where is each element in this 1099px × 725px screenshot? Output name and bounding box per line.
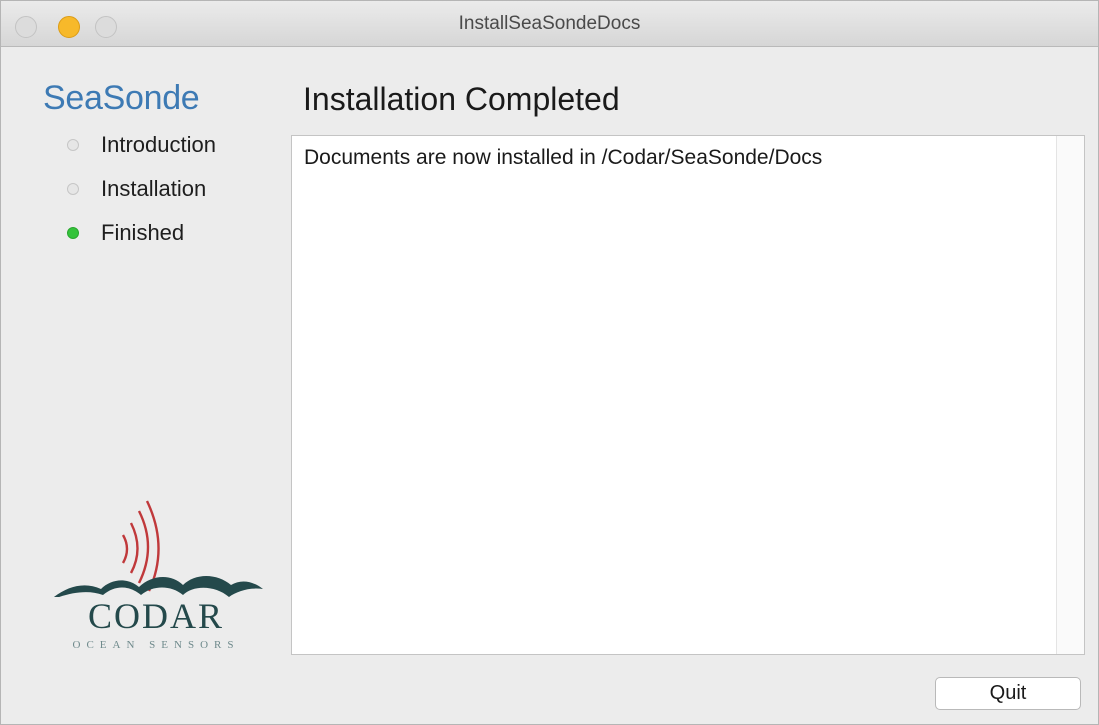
page-title: Installation Completed	[303, 81, 620, 117]
logo-wordmark: CODAR	[87, 596, 225, 636]
step-label: Finished	[101, 220, 185, 245]
step-label: Introduction	[101, 132, 216, 157]
step-indicator-icon	[67, 183, 79, 195]
window-title: InstallSeaSondeDocs	[458, 13, 641, 34]
installer-window: InstallSeaSondeDocs SeaSonde Introductio…	[0, 0, 1099, 725]
codar-logo-waves-icon	[54, 500, 263, 597]
completion-message: Documents are now installed in /Codar/Se…	[304, 146, 823, 169]
step-active-indicator-icon	[67, 227, 79, 239]
vertical-scrollbar[interactable]	[1056, 136, 1084, 654]
step-label: Installation	[101, 176, 207, 201]
title-bar[interactable]: InstallSeaSondeDocs	[1, 1, 1098, 47]
quit-button[interactable]: Quit	[935, 677, 1081, 710]
summary-text-area[interactable]: Documents are now installed in /Codar/Se…	[291, 135, 1085, 655]
logo-tagline: OCEAN SENSORS	[72, 639, 240, 651]
sidebar-brand: SeaSonde	[43, 79, 200, 117]
step-indicator-icon	[67, 139, 79, 151]
codar-logo: CODAR OCEAN SENSORS	[31, 487, 281, 667]
